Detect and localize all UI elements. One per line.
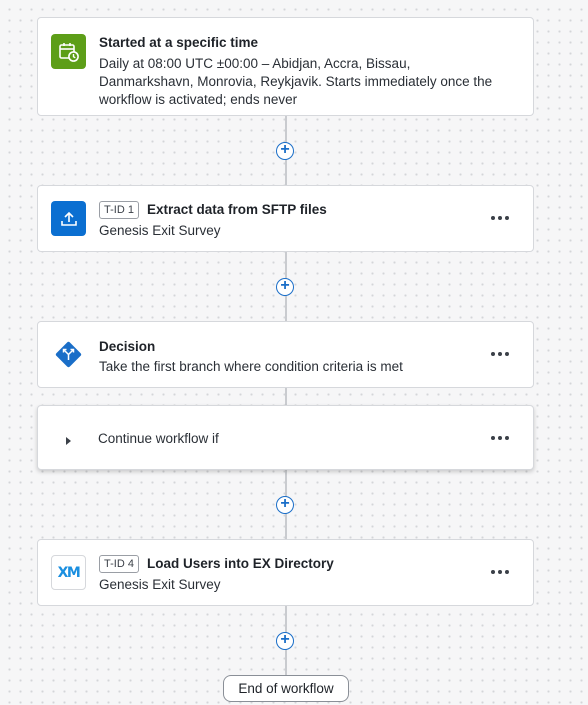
plus-icon: + [280, 631, 290, 648]
more-options-button[interactable] [491, 344, 511, 364]
xm-logo-icon: XM [51, 555, 86, 590]
upload-icon [51, 201, 86, 236]
chevron-right-icon[interactable] [65, 433, 73, 445]
add-step-button[interactable]: + [276, 632, 294, 650]
add-step-button[interactable]: + [276, 278, 294, 296]
plus-icon: + [280, 495, 290, 512]
task-id-badge: T-ID 1 [99, 201, 139, 219]
extract-task-subtitle: Genesis Exit Survey [99, 223, 221, 238]
more-options-button[interactable] [491, 562, 511, 582]
decision-subtitle: Take the first branch where condition cr… [99, 359, 403, 374]
branch-label: Continue workflow if [98, 431, 219, 446]
extract-task-title: T-ID 1 Extract data from SFTP files [99, 201, 327, 219]
trigger-card[interactable]: Started at a specific time Daily at 08:0… [37, 17, 534, 116]
decision-diamond-icon [51, 337, 86, 372]
more-options-button[interactable] [491, 208, 511, 228]
trigger-title: Started at a specific time [99, 35, 259, 50]
trigger-description-line: Danmarkshavn, Monrovia, Reykjavik. Start… [99, 74, 493, 89]
load-task-title: T-ID 4 Load Users into EX Directory [99, 555, 334, 573]
trigger-description: Daily at 08:00 UTC ±00:00 – Abidjan, Acc… [99, 55, 492, 109]
extract-task-card[interactable]: T-ID 1 Extract data from SFTP files Genes… [37, 185, 534, 252]
decision-card[interactable]: Decision Take the first branch where con… [37, 321, 534, 388]
connector-line [285, 388, 287, 405]
trigger-description-line: workflow is activated; ends never [99, 92, 298, 107]
more-options-button[interactable] [491, 428, 511, 448]
calendar-clock-icon [51, 34, 86, 69]
add-step-button[interactable]: + [276, 496, 294, 514]
task-id-badge: T-ID 4 [99, 555, 139, 573]
plus-icon: + [280, 141, 290, 158]
plus-icon: + [280, 277, 290, 294]
load-task-subtitle: Genesis Exit Survey [99, 577, 221, 592]
load-task-card[interactable]: XM T-ID 4 Load Users into EX Directory Ge… [37, 539, 534, 606]
add-step-button[interactable]: + [276, 142, 294, 160]
branch-card[interactable]: Continue workflow if [37, 405, 534, 470]
decision-title: Decision [99, 339, 156, 354]
load-task-name: Load Users into EX Directory [146, 556, 334, 571]
trigger-description-line: Daily at 08:00 UTC ±00:00 – Abidjan, Acc… [99, 56, 411, 71]
extract-task-name: Extract data from SFTP files [146, 202, 327, 217]
end-of-workflow-button[interactable]: End of workflow [223, 675, 349, 702]
xm-logo-text: XM [57, 564, 81, 581]
